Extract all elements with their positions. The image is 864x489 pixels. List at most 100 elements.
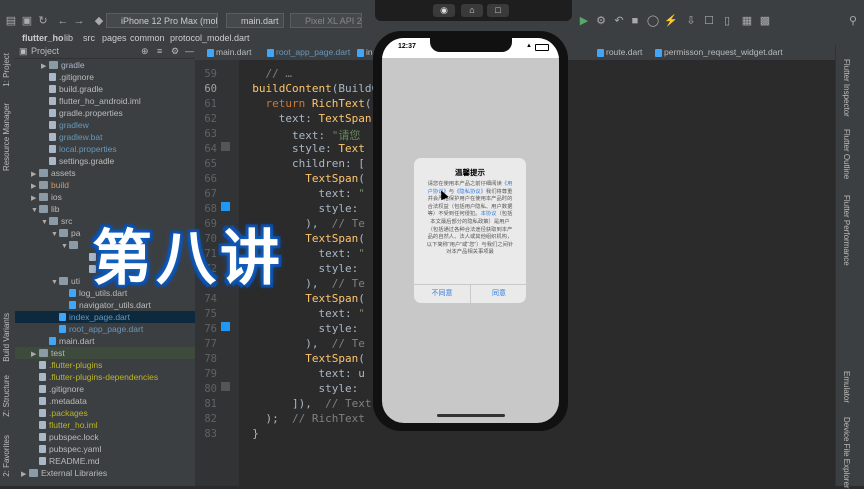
- tree-item[interactable]: flutter_ho_android.iml: [15, 95, 195, 107]
- tree-item[interactable]: .gitignore: [15, 383, 195, 395]
- tree-item[interactable]: .packages: [15, 407, 195, 419]
- tab-index-page[interactable]: in: [355, 45, 373, 60]
- emulator-selector[interactable]: Pixel XL API 27: [290, 13, 362, 28]
- right-tool-strip: Flutter Inspector Flutter Outline Flutte…: [835, 45, 864, 489]
- tree-item[interactable]: .gitignore: [15, 71, 195, 83]
- breadcrumb-file[interactable]: protocol_model.dart: [170, 32, 250, 45]
- breadcrumb-src[interactable]: src: [83, 32, 95, 45]
- line-number: 62: [204, 113, 217, 125]
- debug-icon[interactable]: ⚙: [594, 14, 608, 28]
- code-token: text: u: [239, 367, 365, 380]
- code-token: TextSpan: [305, 352, 359, 365]
- locate-icon[interactable]: ⊕: [141, 45, 149, 58]
- tree-item[interactable]: .flutter-plugins: [15, 359, 195, 371]
- tree-item-label: settings.gradle: [59, 156, 115, 166]
- tree-item[interactable]: gradle.properties: [15, 107, 195, 119]
- device-selector[interactable]: iPhone 12 Pro Max (mobile): [106, 13, 218, 28]
- tree-item[interactable]: .flutter-plugins-dependencies: [15, 371, 195, 383]
- tree-item[interactable]: ▶ ios: [15, 191, 195, 203]
- tree-item[interactable]: build.gradle: [15, 83, 195, 95]
- tree-item[interactable]: gradlew.bat: [15, 131, 195, 143]
- tree-item[interactable]: root_app_page.dart: [15, 323, 195, 335]
- tab-root-app-page[interactable]: root_app_page.dart: [265, 45, 350, 60]
- tree-item[interactable]: ▶ assets: [15, 167, 195, 179]
- file-icon: [39, 457, 46, 465]
- build-variants-tab[interactable]: Build Variants: [2, 313, 11, 362]
- search-icon[interactable]: ⚲: [846, 14, 860, 28]
- hide-panel-icon[interactable]: —: [185, 45, 194, 58]
- tree-item[interactable]: flutter_ho.iml: [15, 419, 195, 431]
- tree-item-label: build.gradle: [59, 84, 103, 94]
- tree-item[interactable]: ▶ build: [15, 179, 195, 191]
- breadcrumb-pages[interactable]: pages: [102, 32, 127, 45]
- code-token: ),: [239, 337, 332, 350]
- emulator-tab[interactable]: Emulator: [842, 371, 851, 403]
- flutter-inspector-tab[interactable]: Flutter Inspector: [842, 59, 851, 117]
- tree-item[interactable]: navigator_utils.dart: [15, 299, 195, 311]
- back-arrow-icon[interactable]: ←: [56, 14, 70, 28]
- device-icon[interactable]: ▯: [720, 14, 734, 28]
- tree-item[interactable]: ▶ gradle: [15, 59, 195, 71]
- tree-item[interactable]: pubspec.lock: [15, 431, 195, 443]
- tree-item[interactable]: index_page.dart: [15, 311, 195, 323]
- tab-main-dart[interactable]: main.dart: [205, 45, 251, 60]
- tree-item[interactable]: ▶ External Libraries: [15, 467, 195, 479]
- tree-item[interactable]: local.properties: [15, 143, 195, 155]
- flutter-performance-tab[interactable]: Flutter Performance: [842, 195, 851, 266]
- layout-icon[interactable]: ▦: [740, 14, 754, 28]
- forward-arrow-icon[interactable]: →: [72, 14, 86, 28]
- tree-item[interactable]: ▶ test: [15, 347, 195, 359]
- tree-item[interactable]: .metadata: [15, 395, 195, 407]
- tree-item[interactable]: README.md: [15, 455, 195, 467]
- home-icon[interactable]: ⌂: [461, 4, 483, 17]
- code-token: ": [358, 247, 365, 260]
- structure-tab[interactable]: Z: Structure: [2, 375, 11, 417]
- sync-icon[interactable]: ↻: [36, 14, 50, 28]
- device-file-explorer-tab[interactable]: Device File Explorer: [842, 417, 851, 489]
- tab-permission-widget[interactable]: permisson_request_widget.dart: [653, 45, 783, 60]
- tree-item[interactable]: gradlew: [15, 119, 195, 131]
- disagree-button[interactable]: 不同意: [414, 285, 470, 303]
- save-icon[interactable]: ▣: [20, 14, 34, 28]
- avd-manager-icon[interactable]: ☐: [702, 14, 716, 28]
- dart-file-icon: [69, 289, 76, 297]
- screenshot-icon[interactable]: ◉: [433, 4, 455, 17]
- file-icon: [39, 409, 46, 417]
- rotate-icon[interactable]: □: [487, 4, 509, 17]
- stop-icon[interactable]: ■: [628, 14, 642, 28]
- flutter-outline-tab[interactable]: Flutter Outline: [842, 129, 851, 179]
- tab-route-dart[interactable]: route.dart: [595, 45, 642, 60]
- resource-manager-tab[interactable]: Resource Manager: [2, 103, 11, 171]
- breadcrumb-lib[interactable]: lib: [64, 32, 73, 45]
- agreement-link[interactable]: 本协议: [481, 211, 497, 217]
- project-panel-title[interactable]: Project: [31, 45, 59, 58]
- grid-icon[interactable]: ▩: [758, 14, 772, 28]
- phone-screen[interactable]: 12:37 ▲ 温馨提示 请您在使用本产品之前仔细阅读《用户协议》与《隐私协议》…: [382, 38, 559, 423]
- tree-item-label: navigator_utils.dart: [79, 300, 151, 310]
- project-tool-tab[interactable]: 1: Project: [2, 53, 11, 87]
- attach-icon[interactable]: ◯: [646, 14, 660, 28]
- sdk-manager-icon[interactable]: ⇩: [684, 14, 698, 28]
- run-config-selector[interactable]: main.dart: [226, 13, 284, 28]
- run-icon[interactable]: ▶: [577, 14, 591, 28]
- privacy-policy-link[interactable]: 《隐私协议》: [454, 189, 486, 195]
- code-line: ]), // Text: [239, 397, 371, 410]
- open-folder-icon[interactable]: ▤: [4, 14, 18, 28]
- favorites-tab[interactable]: 2: Favorites: [2, 435, 11, 477]
- settings-gear-icon[interactable]: ⚙: [171, 45, 179, 58]
- tree-item[interactable]: main.dart: [15, 335, 195, 347]
- code-line: // …: [239, 67, 293, 80]
- gutter-color-marker: [221, 322, 230, 331]
- code-line: ), // Te: [239, 337, 365, 350]
- flutter-hot-reload-icon[interactable]: ⚡: [664, 14, 678, 28]
- collapse-icon[interactable]: ≡: [157, 45, 162, 58]
- tree-item[interactable]: pubspec.yaml: [15, 443, 195, 455]
- agree-button[interactable]: 同意: [471, 285, 526, 303]
- breadcrumb-common[interactable]: common: [130, 32, 165, 45]
- undo-icon[interactable]: ↶: [612, 14, 626, 28]
- breadcrumb-project[interactable]: flutter_ho: [22, 32, 64, 45]
- expand-arrow-icon[interactable]: ▶: [21, 469, 29, 481]
- code-line: style:: [239, 322, 358, 335]
- tree-item[interactable]: settings.gradle: [15, 155, 195, 167]
